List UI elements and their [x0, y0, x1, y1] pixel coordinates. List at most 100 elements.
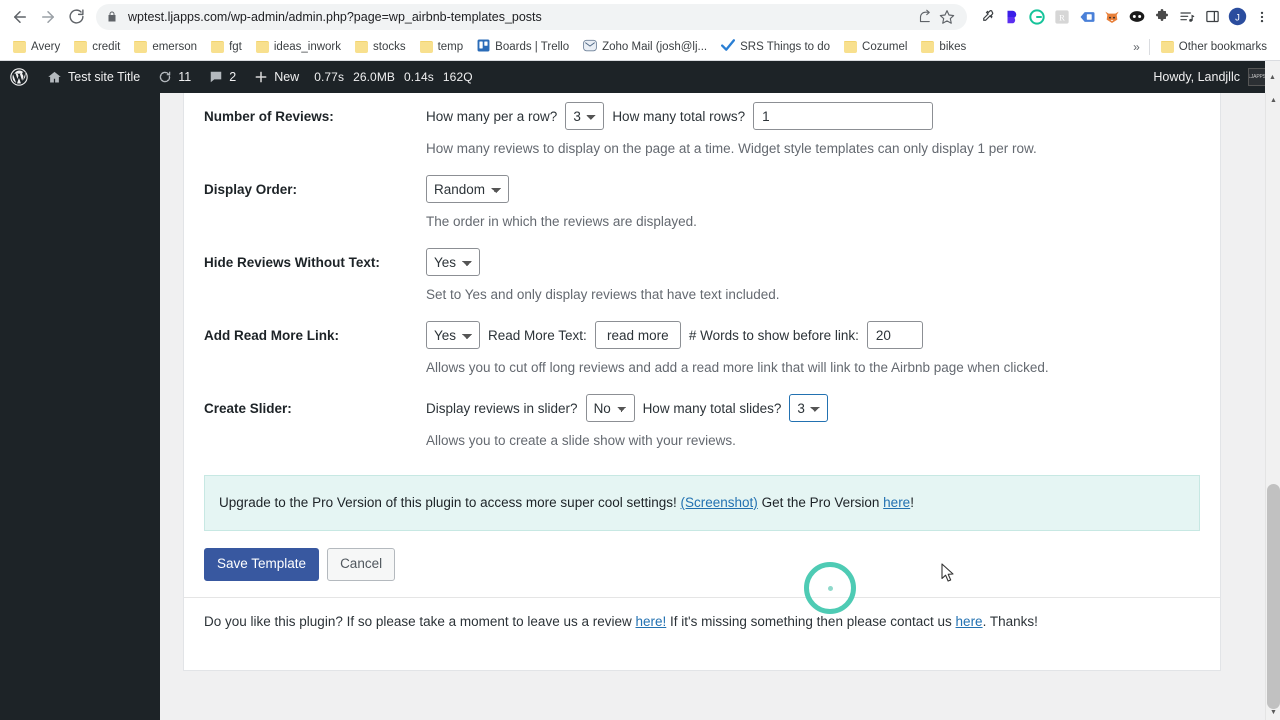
slider-toggle-label: Display reviews in slider?	[426, 400, 578, 416]
folder-icon	[13, 40, 26, 53]
wp-admin-bar: Test site Title 11 2 New 0.77s 26.0MB 0.…	[0, 61, 1280, 93]
row-fields: How many per a row? 3 How many total row…	[426, 101, 1200, 158]
notice-text-after: !	[910, 495, 914, 510]
scroll-down-icon[interactable]: ▼	[1266, 705, 1280, 720]
pro-version-here-link[interactable]: here	[883, 495, 910, 510]
bookmark-label: fgt	[229, 40, 242, 53]
chrome-menu-icon[interactable]	[1250, 5, 1274, 29]
slider-toggle-select[interactable]: No	[585, 394, 635, 422]
wordpress-logo-icon[interactable]	[0, 61, 38, 93]
bookmarks-overflow-icon[interactable]: »	[1128, 37, 1145, 57]
notice-text-middle: Get the Pro Version	[761, 495, 880, 510]
cancel-button[interactable]: Cancel	[327, 548, 396, 581]
bookmark-item[interactable]: temp	[413, 38, 471, 56]
profile-avatar-icon[interactable]: J	[1225, 5, 1249, 29]
performance-metrics: 0.77s 26.0MB 0.14s 162Q	[308, 70, 472, 84]
bookmark-item[interactable]: Cozumel	[837, 38, 914, 56]
per-row-select[interactable]: 3	[565, 102, 605, 130]
bookmark-item-zoho[interactable]: Zoho Mail (josh@lj...	[576, 36, 714, 58]
row-label: Hide Reviews Without Text:	[204, 255, 380, 270]
wp-admin-sidebar[interactable]	[0, 93, 160, 720]
form-row-display-order: Display Order: Random The order in which…	[204, 162, 1200, 235]
row-description: Allows you to create a slide show with y…	[426, 433, 736, 448]
howdy-label[interactable]: Howdy, Landjllc	[1153, 70, 1240, 84]
eyedropper-extension-icon[interactable]	[975, 5, 999, 29]
comments-menu[interactable]: 2	[200, 61, 245, 93]
plus-icon	[254, 70, 268, 84]
folder-icon	[211, 40, 225, 53]
total-rows-input[interactable]	[753, 102, 934, 130]
new-content-menu[interactable]: New	[245, 61, 308, 93]
submit-row: Save Template Cancel	[184, 531, 1220, 598]
read-more-text-input[interactable]	[594, 321, 681, 349]
back-icon[interactable]	[6, 3, 34, 31]
folder-icon	[1160, 40, 1174, 53]
metric-db-time: 0.14s	[404, 70, 434, 84]
clipboard-extension-icon[interactable]	[1075, 5, 1099, 29]
bookmark-item-trello[interactable]: Boards | Trello	[470, 36, 576, 58]
forward-icon[interactable]	[34, 3, 62, 31]
bookmark-item[interactable]: emerson	[127, 38, 204, 56]
plugin-footer-note: Do you like this plugin? If so please ta…	[204, 598, 1200, 631]
avatar[interactable]: LJAPPS	[1248, 68, 1266, 86]
bookmark-item-srs[interactable]: SRS Things to do	[714, 36, 837, 57]
bookmark-label: Cozumel	[862, 40, 908, 53]
total-slides-select[interactable]: 3	[789, 394, 829, 422]
leave-review-link[interactable]: here!	[636, 614, 667, 629]
scrollbar-thumb[interactable]	[1267, 484, 1280, 709]
contact-us-link[interactable]: here	[956, 614, 983, 629]
bookmark-item[interactable]: ideas_inwork	[249, 38, 348, 56]
scroll-up-arrow-top[interactable]: ▲	[1265, 61, 1280, 93]
form-row-number-of-reviews: Number of Reviews: How many per a row? 3…	[204, 93, 1200, 162]
screenshot-link[interactable]: (Screenshot)	[681, 495, 758, 510]
read-more-toggle-select[interactable]: Yes	[426, 321, 480, 349]
grammarly-extension-icon[interactable]	[1025, 5, 1049, 29]
display-order-select[interactable]: Random	[426, 175, 509, 203]
bookmark-label: credit	[92, 40, 121, 53]
bookmark-item[interactable]: fgt	[204, 38, 249, 56]
side-panel-icon[interactable]	[1200, 5, 1224, 29]
extension-toolbar: R J	[975, 5, 1274, 29]
form-row-create-slider: Create Slider: Display reviews in slider…	[204, 381, 1200, 454]
save-template-button[interactable]: Save Template	[204, 548, 320, 581]
svg-text:J: J	[1235, 12, 1240, 23]
row-fields: Display reviews in slider? No How many t…	[426, 393, 1200, 450]
scroll-up-icon[interactable]: ▲	[1266, 93, 1280, 108]
bookmark-label: Zoho Mail (josh@lj...	[602, 40, 708, 53]
bookmark-label: SRS Things to do	[740, 40, 831, 53]
bookmarks-divider	[1148, 38, 1150, 55]
reload-icon[interactable]	[62, 3, 90, 31]
hide-reviews-select[interactable]: Yes	[426, 248, 480, 276]
bookmarks-bar: Avery credit emerson fgt ideas_inwork st…	[0, 33, 1280, 61]
wp-admin-content: Number of Reviews: How many per a row? 3…	[160, 93, 1280, 720]
bookmark-item[interactable]: bikes	[914, 38, 973, 56]
bookmark-label: ideas_inwork	[273, 40, 341, 53]
check-icon	[721, 39, 736, 54]
bookmark-label: bikes	[939, 40, 967, 53]
bitwarden-extension-icon[interactable]	[1000, 5, 1024, 29]
font-extension-icon[interactable]: R	[1050, 5, 1074, 29]
share-icon[interactable]	[915, 7, 935, 27]
folder-icon	[134, 40, 148, 53]
row-label: Display Order:	[204, 182, 298, 197]
extensions-puzzle-icon[interactable]	[1150, 5, 1174, 29]
star-icon[interactable]	[937, 7, 957, 27]
field-line: Random	[426, 174, 1200, 204]
browser-chrome: wptest.ljapps.com/wp-admin/admin.php?pag…	[0, 0, 1280, 61]
address-bar[interactable]: wptest.ljapps.com/wp-admin/admin.php?pag…	[96, 3, 967, 30]
bookmark-item[interactable]: stocks	[348, 38, 413, 56]
updates-count: 11	[178, 70, 192, 84]
folder-icon	[921, 40, 935, 53]
page-scrollbar[interactable]: ▲ ▼ ▲	[1265, 61, 1280, 720]
words-before-link-input[interactable]	[866, 321, 923, 349]
reading-list-icon[interactable]	[1175, 5, 1199, 29]
field-line: Display reviews in slider? No How many t…	[426, 393, 1200, 423]
other-bookmarks-button[interactable]: Other bookmarks	[1154, 38, 1274, 56]
panda-extension-icon[interactable]	[1125, 5, 1149, 29]
updates-menu[interactable]: 11	[149, 61, 200, 93]
bookmark-item[interactable]: Avery	[6, 38, 67, 56]
fox-extension-icon[interactable]	[1100, 5, 1124, 29]
metric-queries: 162Q	[442, 70, 473, 84]
bookmark-item[interactable]: credit	[67, 38, 127, 56]
site-name-menu[interactable]: Test site Title	[38, 61, 149, 93]
